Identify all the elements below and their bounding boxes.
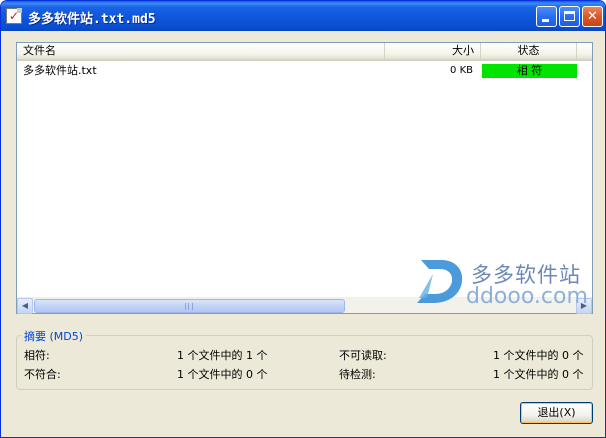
watermark-text-en: ddooo.com <box>466 284 588 309</box>
maximize-button[interactable] <box>559 6 580 27</box>
md5-check-file-icon: ✓ <box>6 8 22 24</box>
unreadable-label: 不可读取: <box>339 349 387 362</box>
column-header-status[interactable]: 状态 <box>481 43 577 59</box>
match-label: 相符: <box>24 349 50 362</box>
list-item[interactable]: 多多软件站.txt 0 KB 相 符 <box>17 63 592 79</box>
file-size-cell: 0 KB <box>450 65 473 76</box>
close-icon: ✕ <box>587 9 598 24</box>
column-header-name[interactable]: 文件名 <box>17 43 385 59</box>
pending-value: 1 个文件中的 0 个 <box>493 368 584 381</box>
exit-button[interactable]: 退出(X) <box>520 402 593 424</box>
watermark-logo-icon <box>417 260 463 303</box>
main-window: ✓ 多多软件站.txt.md5 ✕ 文件名 大小 状态 多多软件站.txt 0 … <box>0 0 606 438</box>
minimize-icon <box>542 19 549 22</box>
summary-title: 摘要 (MD5) <box>21 328 87 344</box>
grip-icon <box>185 303 193 310</box>
file-name-cell: 多多软件站.txt <box>23 64 97 77</box>
list-header: 文件名 大小 状态 <box>17 43 592 61</box>
scroll-left-button[interactable]: ◀ <box>17 298 33 314</box>
title-bar[interactable]: ✓ 多多软件站.txt.md5 ✕ <box>1 1 605 31</box>
column-header-size[interactable]: 大小 <box>385 43 481 59</box>
window-title: 多多软件站.txt.md5 <box>28 12 156 27</box>
pending-label: 待检测: <box>339 368 376 381</box>
close-button[interactable]: ✕ <box>582 6 603 27</box>
mismatch-label: 不符合: <box>24 368 61 381</box>
status-badge: 相 符 <box>482 64 577 78</box>
scrollbar-thumb[interactable] <box>34 299 345 313</box>
minimize-button[interactable] <box>536 6 557 27</box>
maximize-icon <box>564 11 575 21</box>
summary-group: 摘要 (MD5) 相符: 1 个文件中的 1 个 不可读取: 1 个文件中的 0… <box>16 328 593 390</box>
match-value: 1 个文件中的 1 个 <box>177 349 268 362</box>
unreadable-value: 1 个文件中的 0 个 <box>493 349 584 362</box>
mismatch-value: 1 个文件中的 0 个 <box>177 368 268 381</box>
